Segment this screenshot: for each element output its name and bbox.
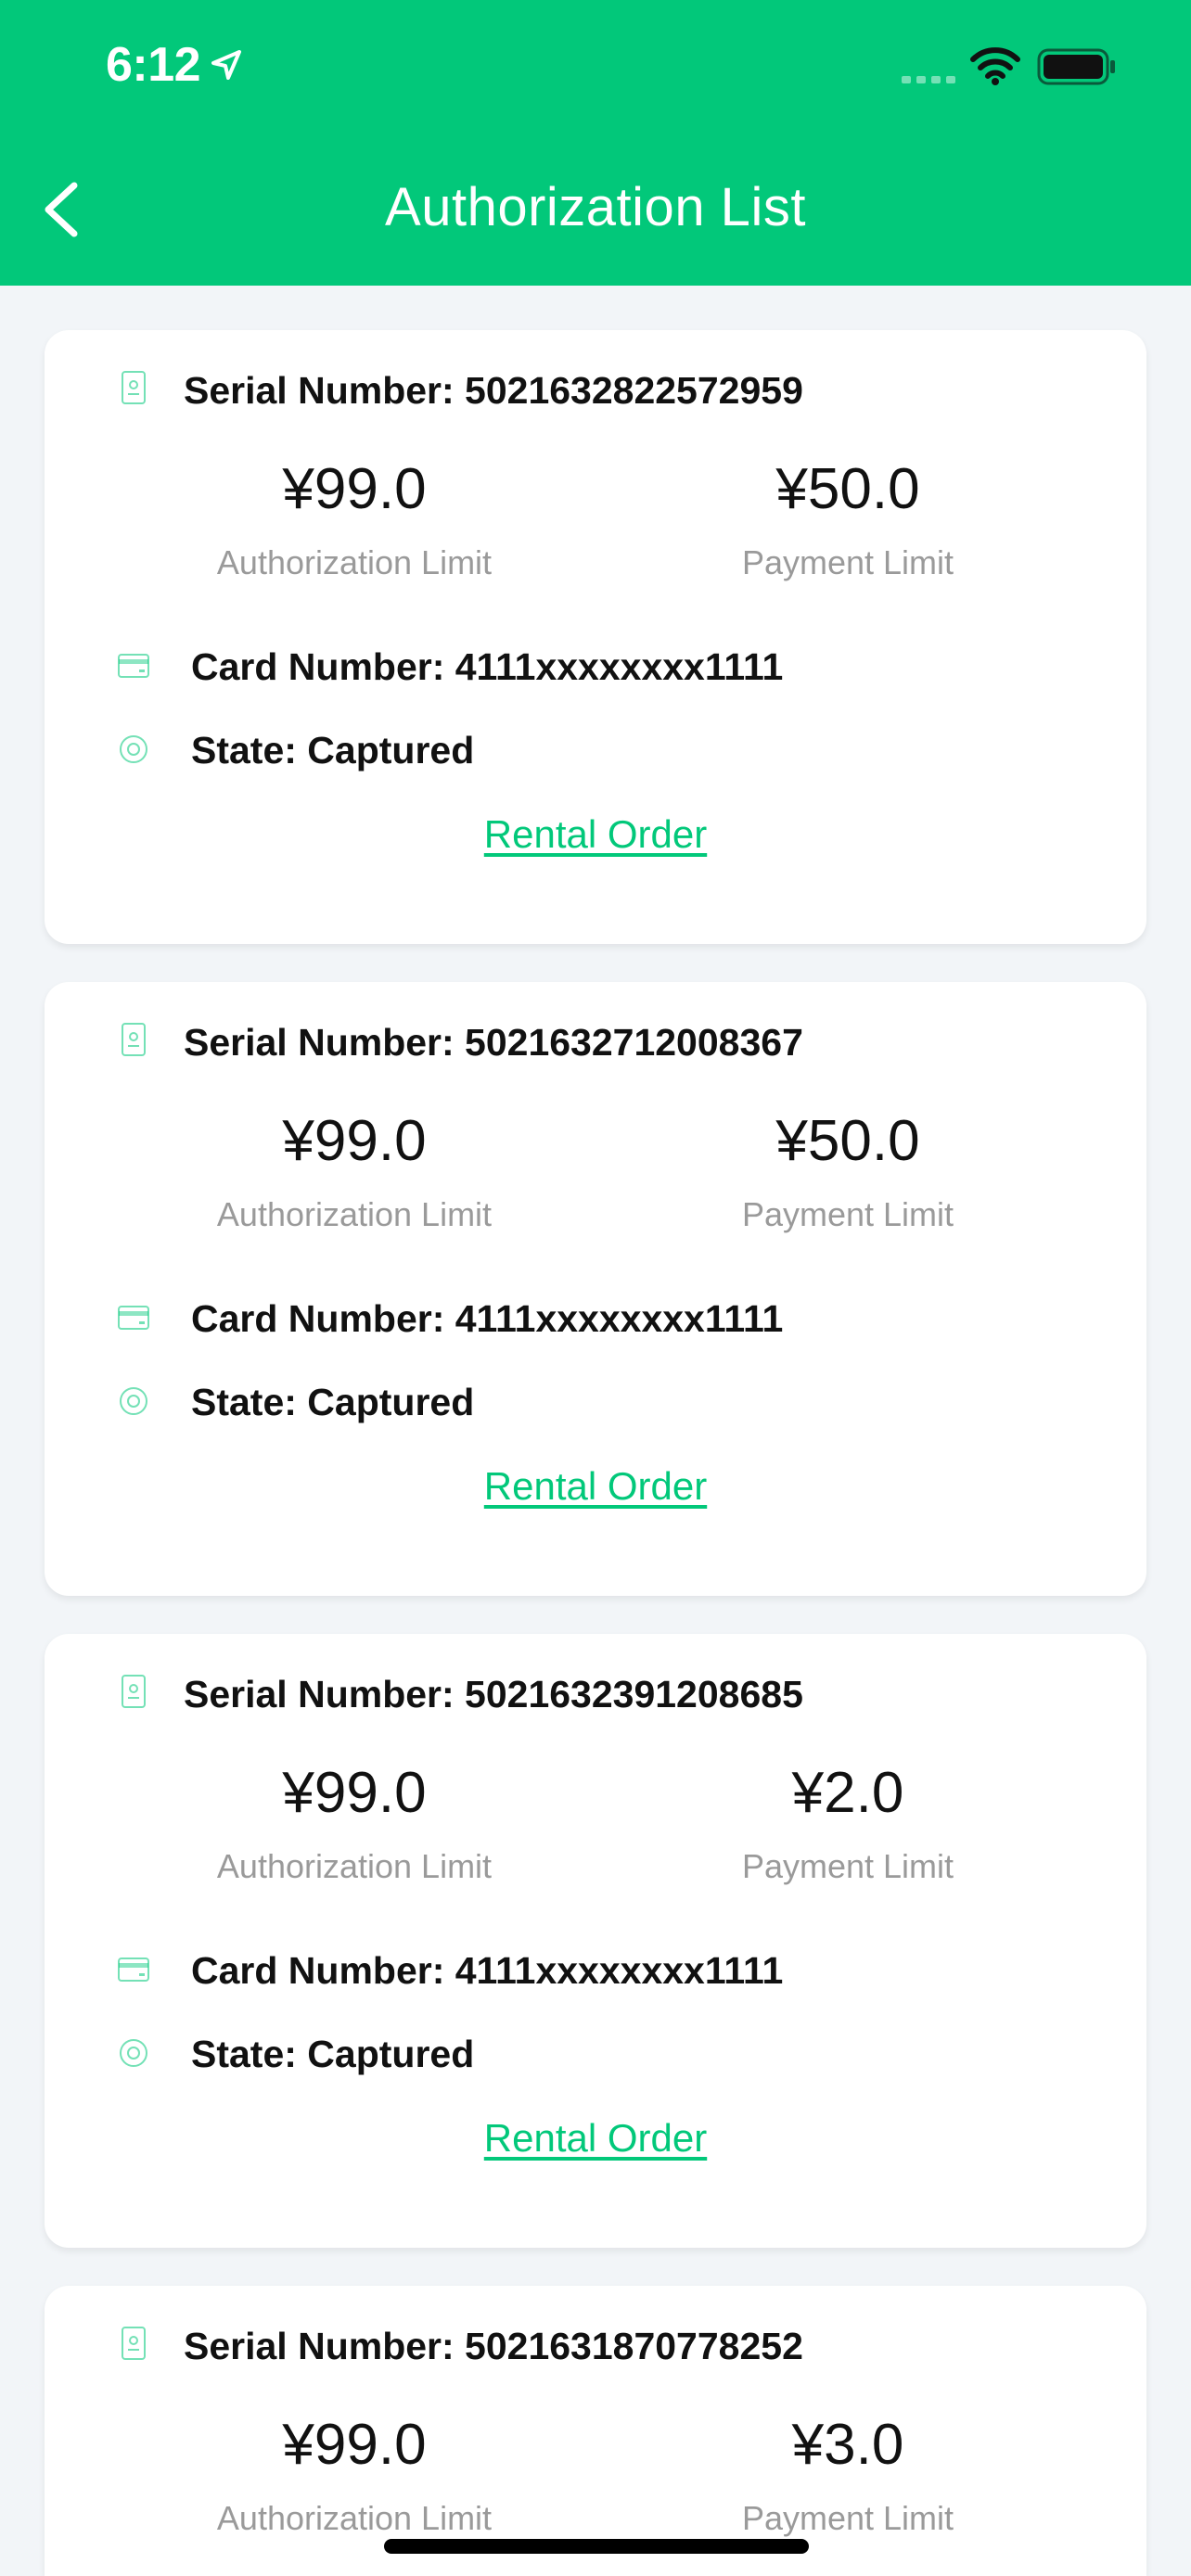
payment-limit-value: ¥50.0 bbox=[775, 457, 920, 521]
location-arrow-icon bbox=[211, 50, 241, 80]
authorization-card: Serial Number: 5021632712008367 ¥99.0 ¥5… bbox=[45, 982, 1146, 1596]
serial-doc-icon bbox=[122, 371, 146, 404]
authorization-limit-label: Authorization Limit bbox=[216, 1195, 493, 1233]
authorization-limit-value: ¥99.0 bbox=[282, 2413, 427, 2477]
serial-number: Serial Number: 5021631870778252 bbox=[184, 2325, 803, 2367]
card-number: Card Number: 4111xxxxxxxx1111 bbox=[191, 1949, 784, 1992]
payment-limit-label: Payment Limit bbox=[741, 1847, 954, 1885]
authorization-card: Serial Number: 5021632391208685 ¥99.0 ¥2… bbox=[45, 1634, 1146, 2248]
credit-card-icon bbox=[118, 654, 149, 678]
serial-number: Serial Number: 5021632712008367 bbox=[184, 1021, 803, 1064]
state-target-icon bbox=[120, 735, 147, 763]
payment-limit-value: ¥2.0 bbox=[791, 1761, 904, 1825]
authorization-card: Serial Number: 5021631870778252 ¥99.0 ¥3… bbox=[45, 2286, 1146, 2576]
state-status: State: Captured bbox=[191, 729, 475, 772]
status-time: 6:12 bbox=[106, 38, 201, 92]
credit-card-icon bbox=[118, 1958, 149, 1982]
authorization-card: Serial Number: 5021632822572959 ¥99.0 ¥5… bbox=[45, 330, 1146, 944]
wifi-icon bbox=[970, 47, 1020, 85]
payment-limit-label: Payment Limit bbox=[741, 2499, 954, 2537]
payment-limit-value: ¥50.0 bbox=[775, 1109, 920, 1173]
authorization-limit-label: Authorization Limit bbox=[216, 1847, 493, 1885]
signal-icon bbox=[902, 76, 955, 83]
card-number: Card Number: 4111xxxxxxxx1111 bbox=[191, 1297, 784, 1340]
rental-order-link[interactable]: Rental Order bbox=[484, 2116, 707, 2160]
page-title: Authorization List bbox=[385, 177, 806, 237]
rental-order-link[interactable]: Rental Order bbox=[484, 1464, 707, 1508]
home-indicator[interactable] bbox=[384, 2539, 809, 2554]
serial-doc-icon bbox=[122, 2327, 146, 2360]
serial-number: Serial Number: 5021632822572959 bbox=[184, 369, 803, 412]
payment-limit-value: ¥3.0 bbox=[791, 2413, 904, 2477]
credit-card-icon bbox=[118, 1306, 149, 1330]
nav-header: 6:12 Authorization List bbox=[0, 0, 1191, 286]
serial-number: Serial Number: 5021632391208685 bbox=[184, 1673, 803, 1715]
authorization-limit-label: Authorization Limit bbox=[216, 2499, 493, 2537]
authorization-limit-value: ¥99.0 bbox=[282, 1761, 427, 1825]
authorization-limit-label: Authorization Limit bbox=[216, 543, 493, 581]
authorization-limit-value: ¥99.0 bbox=[282, 1109, 427, 1173]
state-target-icon bbox=[120, 1387, 147, 1415]
state-status: State: Captured bbox=[191, 2033, 475, 2075]
payment-limit-label: Payment Limit bbox=[741, 1195, 954, 1233]
card-number: Card Number: 4111xxxxxxxx1111 bbox=[191, 645, 784, 688]
payment-limit-label: Payment Limit bbox=[741, 543, 954, 581]
state-status: State: Captured bbox=[191, 1381, 475, 1423]
state-target-icon bbox=[120, 2039, 147, 2067]
serial-doc-icon bbox=[122, 1023, 146, 1056]
battery-icon bbox=[1037, 48, 1115, 85]
serial-doc-icon bbox=[122, 1675, 146, 1708]
authorization-limit-value: ¥99.0 bbox=[282, 457, 427, 521]
rental-order-link[interactable]: Rental Order bbox=[484, 812, 707, 856]
